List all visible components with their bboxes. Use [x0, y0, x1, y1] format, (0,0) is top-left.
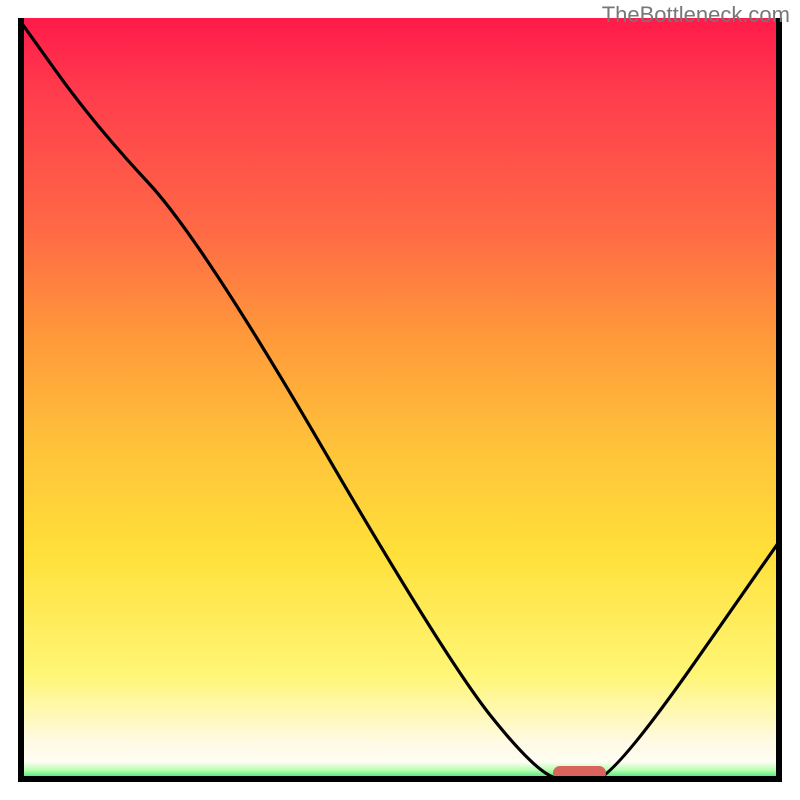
optimal-zone-strip [18, 762, 782, 782]
optimal-marker [553, 766, 606, 780]
watermark-label: TheBottleneck.com [602, 2, 790, 28]
background-gradient [18, 18, 782, 782]
chart-container: TheBottleneck.com [0, 0, 800, 800]
